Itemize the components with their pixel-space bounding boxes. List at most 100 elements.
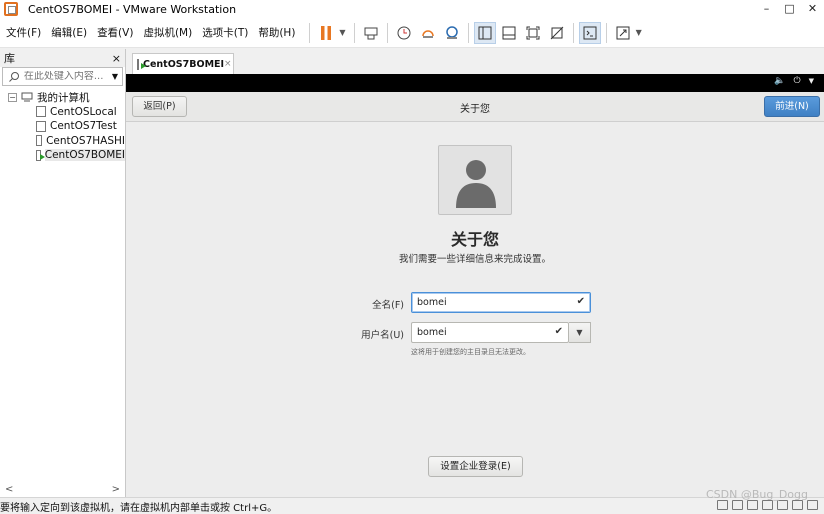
hdd-icon[interactable]	[717, 500, 728, 510]
username-value: bomei	[417, 327, 447, 338]
user-avatar-icon	[456, 160, 496, 208]
chevron-down-icon[interactable]: ▼	[112, 72, 118, 81]
chevron-down-icon: ▼	[576, 328, 583, 337]
header-title: 关于您	[460, 104, 490, 115]
library-search[interactable]: ▼	[2, 67, 123, 86]
toolbar-separator	[467, 22, 469, 43]
tree-item-label: CentOS7BOMEI	[44, 149, 125, 162]
scroll-right-icon[interactable]: >	[112, 484, 120, 495]
tree-item[interactable]: CentOS7HASHI	[0, 134, 125, 149]
tree-item[interactable]: CentOS7Test	[0, 119, 125, 134]
display-icon[interactable]	[807, 500, 818, 510]
console-view-icon[interactable]	[578, 21, 601, 44]
library-tree: − 我的计算机 CentOSLocal CentOS7Test CentOS7H…	[0, 90, 125, 163]
snapshot-icon[interactable]	[393, 22, 415, 44]
toolbar-separator	[572, 22, 574, 43]
check-icon: ✔	[576, 296, 585, 307]
close-button[interactable]: ✕	[801, 0, 824, 18]
chevron-down-icon[interactable]: ▼	[339, 28, 345, 37]
revert-snapshot-icon[interactable]	[417, 22, 439, 44]
username-hint: 这将用于创建您的主目录且无法更改。	[411, 348, 530, 356]
library-title: 库	[4, 52, 15, 65]
power-icon: ⏻	[793, 76, 801, 86]
setup-header: 返回(P) 关于您 前进(N)	[126, 92, 824, 122]
tab-close-icon[interactable]: ×	[224, 59, 232, 69]
running-vm-icon	[137, 58, 146, 70]
menu-tabs[interactable]: 选项卡(T)	[198, 25, 252, 40]
vm-icon	[36, 120, 46, 132]
unity-mode-icon[interactable]	[546, 22, 568, 44]
tree-item-selected[interactable]: CentOS7BOMEI	[0, 148, 125, 163]
usb-icon[interactable]	[762, 500, 773, 510]
tab-label: CentOS7BOMEI	[143, 58, 225, 70]
tree-item-label: CentOS7HASHI	[46, 134, 125, 147]
horizontal-scrollbar[interactable]: < >	[0, 481, 125, 497]
tree-root-label: 我的计算机	[37, 91, 90, 104]
enterprise-login-button[interactable]: 设置企业登录(E)	[428, 456, 523, 477]
check-icon: ✔	[554, 326, 563, 337]
username-dropdown-button[interactable]: ▼	[569, 322, 591, 343]
fullname-label: 全名(F)	[372, 300, 404, 311]
search-input[interactable]	[23, 71, 112, 82]
menu-bar: 文件(F) 编辑(E) 查看(V) 虚拟机(M) 选项卡(T) 帮助(H) ▼	[0, 18, 824, 48]
gnome-status-menu[interactable]: 🔈 ⏻ ▼	[766, 76, 814, 86]
pause-icon[interactable]	[315, 22, 337, 44]
toolbar-separator	[353, 22, 355, 43]
status-bar: 要将输入定向到该虚拟机，请在虚拟机内部单击或按 Ctrl+G。	[0, 497, 824, 514]
device-icons	[713, 500, 818, 510]
chevron-down-icon[interactable]: ▼	[636, 28, 642, 37]
maximize-button[interactable]: □	[778, 0, 801, 18]
snapshot-manager-icon[interactable]	[441, 22, 463, 44]
gnome-top-bar: 🔈 ⏻ ▼	[126, 74, 824, 92]
title-bar: CentOS7BOMEI - VMware Workstation – □ ✕	[0, 0, 824, 18]
next-button[interactable]: 前进(N)	[764, 96, 820, 117]
minimize-button[interactable]: –	[755, 0, 778, 18]
fullname-value: bomei	[417, 297, 447, 308]
menu-file[interactable]: 文件(F)	[2, 25, 45, 40]
library-panel: 库 × ▼ − 我的计算机 CentOSLocal CentOS7Test Ce…	[0, 49, 126, 497]
toolbar-separator	[309, 22, 311, 43]
send-ctrl-alt-del-icon[interactable]	[360, 22, 382, 44]
show-library-icon[interactable]	[473, 21, 496, 44]
collapse-icon[interactable]: −	[8, 92, 17, 102]
status-text: 要将输入定向到该虚拟机，请在虚拟机内部单击或按 Ctrl+G。	[0, 502, 278, 514]
avatar-button[interactable]	[438, 145, 512, 215]
library-header: 库 ×	[0, 49, 125, 67]
cdrom-icon[interactable]	[732, 500, 743, 510]
menu-vm[interactable]: 虚拟机(M)	[139, 25, 196, 40]
network-icon[interactable]	[747, 500, 758, 510]
toolbar: ▼ ▼	[305, 21, 645, 44]
fullname-field[interactable]: bomei ✔	[411, 292, 591, 313]
computer-icon	[21, 92, 33, 102]
thumbnail-bar-icon[interactable]	[498, 22, 520, 44]
username-label: 用户名(U)	[361, 330, 404, 341]
vmware-logo-icon	[4, 2, 18, 16]
chevron-down-icon: ▼	[808, 77, 814, 85]
vm-icon	[36, 135, 43, 147]
window-title: CentOS7BOMEI - VMware Workstation	[28, 2, 237, 16]
page-subheading: 我们需要一些详细信息来完成设置。	[398, 254, 551, 265]
vm-screen[interactable]: 🔈 ⏻ ▼ 返回(P) 关于您 前进(N) 关于您 我们需要一些详细信息来完成设…	[126, 74, 824, 497]
menu-view[interactable]: 查看(V)	[93, 25, 137, 40]
tree-item-label: CentOS7Test	[50, 120, 117, 133]
toolbar-separator	[605, 22, 607, 43]
tree-root[interactable]: − 我的计算机	[0, 90, 125, 105]
sound-icon[interactable]	[777, 500, 788, 510]
menu-help[interactable]: 帮助(H)	[254, 25, 299, 40]
scroll-left-icon[interactable]: <	[5, 484, 13, 495]
menu-edit[interactable]: 编辑(E)	[47, 25, 91, 40]
page-heading: 关于您	[450, 230, 499, 249]
volume-icon: 🔈	[774, 76, 786, 86]
watermark: CSDN @Bug_Dogg	[705, 488, 808, 501]
stretch-guest-icon[interactable]	[612, 22, 634, 44]
username-field[interactable]: bomei ✔	[411, 322, 569, 343]
full-screen-icon[interactable]	[522, 22, 544, 44]
running-vm-icon	[36, 149, 45, 161]
search-icon	[9, 71, 19, 82]
tab-strip: CentOS7BOMEI ×	[126, 49, 824, 74]
tree-item[interactable]: CentOSLocal	[0, 105, 125, 120]
library-close-icon[interactable]: ×	[112, 52, 121, 65]
tab-vm[interactable]: CentOS7BOMEI ×	[132, 53, 234, 74]
printer-icon[interactable]	[792, 500, 803, 510]
vm-icon	[36, 106, 46, 118]
